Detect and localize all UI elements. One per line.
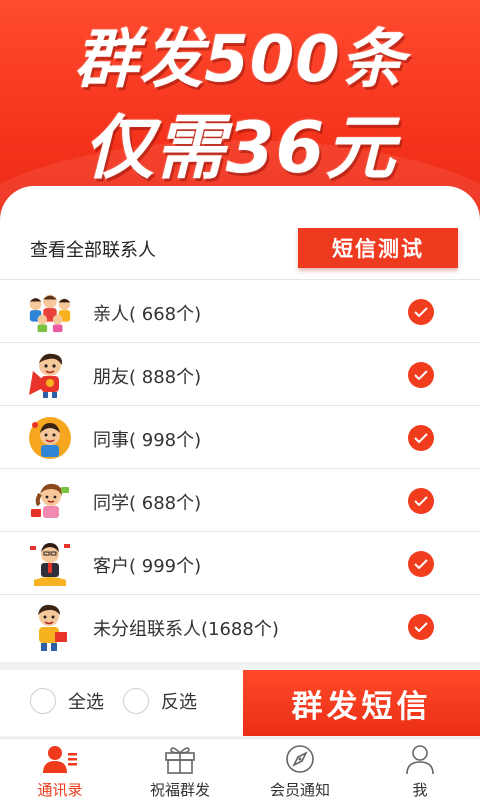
group-label: 同学( 688个) [93,493,202,514]
group-label: 客户( 999个) [93,556,202,577]
customer-avatar-icon [26,540,74,588]
invert-selection-option[interactable]: 反选 [123,688,197,714]
banner-headline: 群发500条 [74,23,406,97]
action-bar: 全选 反选 群发短信 [0,670,480,736]
select-all-label: 全选 [68,692,104,713]
group-row-friends[interactable]: 朋友( 888个) [0,343,480,406]
contact-card: 查看全部联系人 短信测试 亲人( 668个) 朋友(888个) 同事(998… [0,186,480,662]
family-avatar-icon [26,288,74,336]
group-row-colleagues[interactable]: 同事( 998个) [0,406,480,469]
invert-selection-radio[interactable] [123,688,149,714]
banner-price: 仅需36元 [83,107,397,189]
select-all-radio[interactable] [30,688,56,714]
tab-label: 我 [412,781,428,799]
checkmark-icon[interactable] [408,614,434,640]
colleague-avatar-icon [26,414,74,462]
compass-icon [282,743,318,775]
tab-label: 会员通知 [269,781,330,799]
select-all-option[interactable]: 全选 [30,688,104,714]
ungrouped-avatar-icon [26,603,74,651]
group-list: 亲人( 668个) 朋友( 888个) 同事(998个) 同学(688个) … [0,280,480,658]
tab-member-notice[interactable]: 会员通知 [240,739,360,800]
contacts-icon [42,743,78,775]
card-header: 查看全部联系人 短信测试 [0,214,480,280]
group-label: 同事( 998个) [93,430,202,451]
tab-label: 通讯录 [37,781,83,799]
gift-icon [162,743,198,775]
bottom-tab-bar: 通讯录 祝福群发 会员通知 我 [0,738,480,800]
friend-avatar-icon [26,351,74,399]
invert-selection-label: 反选 [161,692,197,713]
group-label: 朋友( 888个) [93,367,202,388]
tab-label: 祝福群发 [149,781,210,799]
group-row-customers[interactable]: 客户( 999个) [0,532,480,595]
checkmark-icon[interactable] [408,425,434,451]
view-all-contacts-link[interactable]: 查看全部联系人 [30,236,156,262]
tab-contacts[interactable]: 通讯录 [0,739,120,800]
group-row-family[interactable]: 亲人( 668个) [0,280,480,343]
group-label: 未分组联系人(1688个) [93,619,279,640]
classmate-avatar-icon [26,477,74,525]
group-row-classmates[interactable]: 同学( 688个) [0,469,480,532]
checkmark-icon[interactable] [408,299,434,325]
sms-test-button[interactable]: 短信测试 [298,228,458,268]
person-icon [402,743,438,775]
send-sms-button[interactable]: 群发短信 [243,670,480,736]
checkmark-icon[interactable] [408,488,434,514]
group-row-ungrouped[interactable]: 未分组联系人(1688个) [0,595,480,658]
checkmark-icon[interactable] [408,362,434,388]
tab-greetings[interactable]: 祝福群发 [120,739,240,800]
tab-me[interactable]: 我 [360,739,480,800]
checkmark-icon[interactable] [408,551,434,577]
group-label: 亲人( 668个) [93,304,202,325]
